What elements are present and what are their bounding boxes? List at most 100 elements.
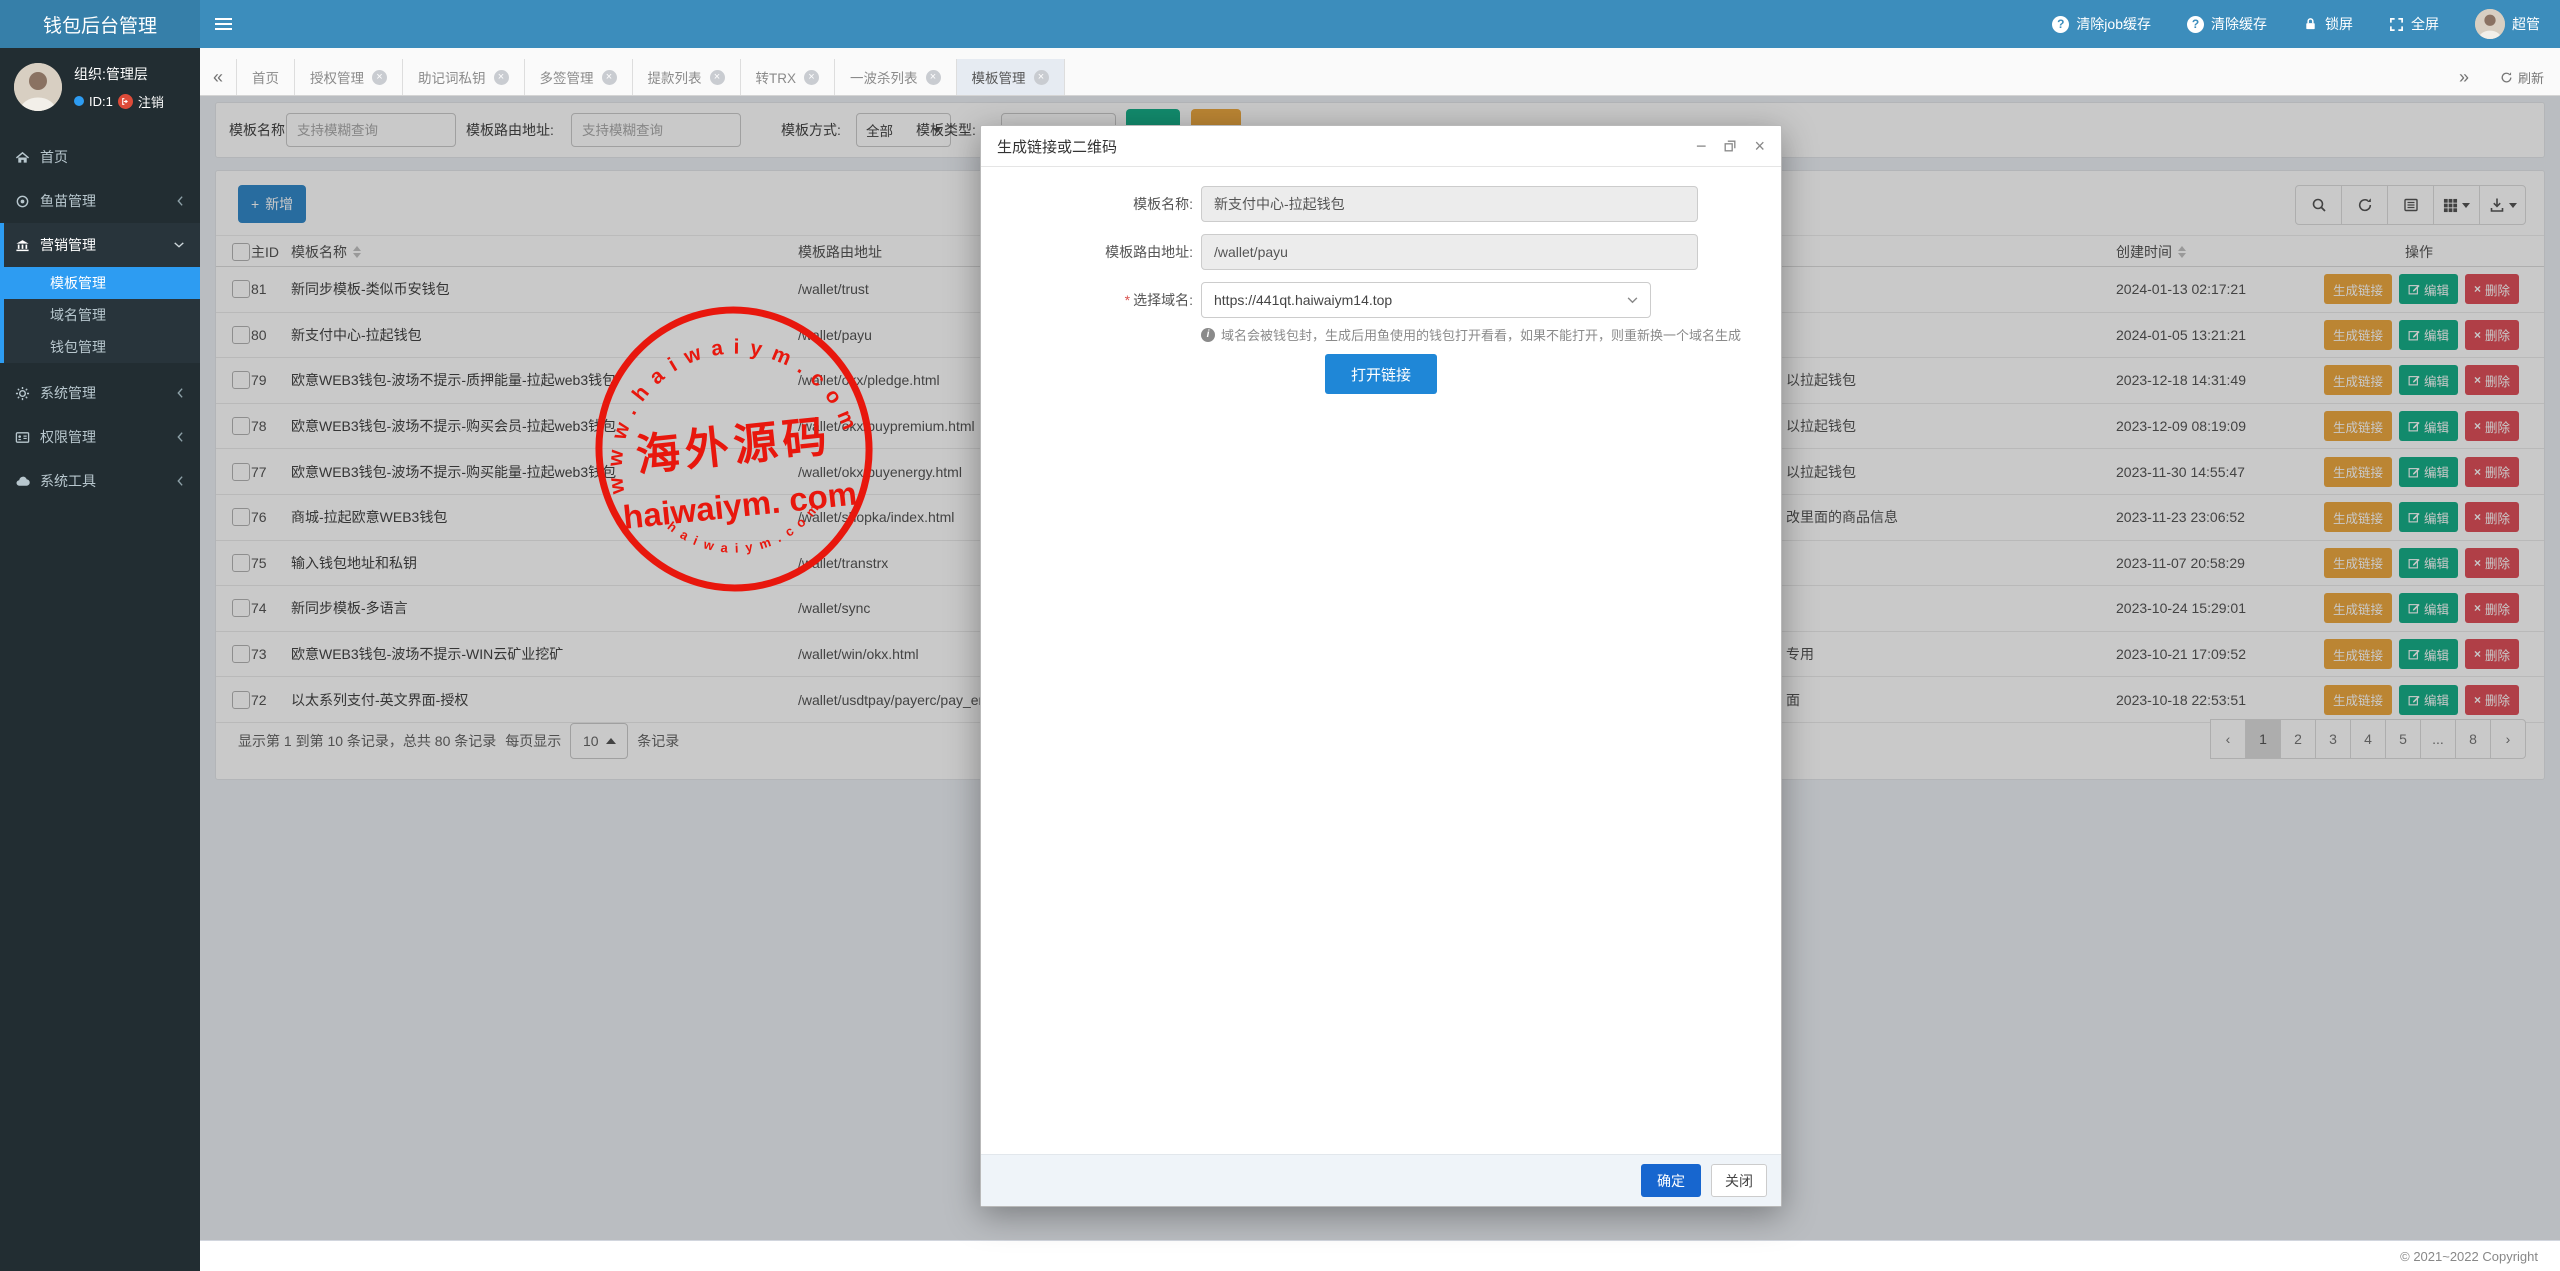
user-id-label: ID:1 [89, 94, 113, 109]
tab-list: 首页 授权管理 × 助记词私钥 × 多签管理 × [236, 59, 1065, 95]
tabs-scroll-left-icon[interactable]: « [200, 59, 236, 95]
tab-close-icon[interactable]: × [372, 70, 387, 85]
fullscreen-button[interactable]: 全屏 [2389, 14, 2439, 34]
modal-template-name-label: 模板名称: [981, 186, 1193, 222]
tab[interactable]: 授权管理 × [295, 59, 403, 95]
fullscreen-label: 全屏 [2411, 14, 2439, 34]
menu-toggle-button[interactable] [200, 0, 246, 48]
home-icon [15, 150, 30, 165]
sidebar-item-fish[interactable]: 鱼苗管理 [0, 179, 200, 223]
open-link-button[interactable]: 打开链接 [1325, 354, 1437, 394]
id-card-icon [15, 430, 30, 445]
copyright-label: © 2021~2022 Copyright [2400, 1249, 2538, 1264]
tab-close-icon[interactable]: × [494, 70, 509, 85]
sidebar-item-label: 系统管理 [40, 383, 96, 403]
minimize-icon[interactable]: − [1696, 141, 1707, 151]
sidebar-item-system[interactable]: 系统管理 [0, 371, 200, 415]
clear-cache-button[interactable]: ? 清除缓存 [2187, 14, 2267, 34]
tab-close-icon[interactable]: × [602, 70, 617, 85]
caret-down-icon [1627, 297, 1638, 304]
lock-screen-button[interactable]: 锁屏 [2303, 14, 2353, 34]
sidebar-item-label: 系统工具 [40, 471, 96, 491]
sidebar-item-permissions[interactable]: 权限管理 [0, 415, 200, 459]
tab[interactable]: 首页 [236, 59, 295, 95]
chevron-down-icon [173, 240, 185, 250]
tab-close-icon[interactable]: × [710, 70, 725, 85]
clear-cache-label: 清除缓存 [2211, 14, 2267, 34]
sidebar-item-domain-management[interactable]: 域名管理 [4, 299, 200, 331]
sidebar-item-template-management[interactable]: 模板管理 [4, 267, 200, 299]
tab-label: 首页 [252, 67, 279, 87]
tabs-scroll-right-icon[interactable]: » [2446, 59, 2482, 95]
navbar-actions: ? 清除job缓存 ? 清除缓存 锁屏 全屏 超管 [2052, 9, 2560, 39]
tab[interactable]: 模板管理 × [957, 59, 1065, 95]
maximize-icon[interactable] [1723, 139, 1737, 153]
sidebar-item-label: 鱼苗管理 [40, 191, 96, 211]
refresh-label: 刷新 [2518, 68, 2544, 87]
chevron-left-icon [175, 195, 185, 207]
refresh-icon [2500, 71, 2513, 84]
sidebar-group-marketing: 营销管理 模板管理 域名管理 钱包管理 [0, 223, 200, 363]
close-icon[interactable]: × [1754, 136, 1765, 157]
sidebar-item-label: 首页 [40, 147, 68, 167]
tab-label: 转TRX [756, 67, 797, 87]
sidebar-user-panel: 组织:管理层 ID:1 注销 [0, 48, 200, 123]
modal-route-value: /wallet/payu [1201, 234, 1698, 270]
confirm-button[interactable]: 确定 [1641, 1164, 1701, 1197]
avatar [2475, 9, 2505, 39]
tab[interactable]: 提款列表 × [633, 59, 741, 95]
app-screen: 钱包后台管理 ? 清除job缓存 ? 清除缓存 锁屏 全屏 超管 [0, 0, 2560, 1271]
sidebar-item-home[interactable]: 首页 [0, 135, 200, 179]
close-button[interactable]: 关闭 [1711, 1164, 1767, 1197]
domain-hint: i 域名会被钱包封，生成后用鱼使用的钱包打开看看，如果不能打开，则重新换一个域名… [1201, 325, 1741, 344]
sidebar-menu: 首页 鱼苗管理 营销管理 模板管理 域名管理 [0, 135, 200, 503]
info-icon: i [1201, 328, 1215, 342]
question-circle-icon: ? [2187, 16, 2204, 33]
clear-job-cache-button[interactable]: ? 清除job缓存 [2052, 14, 2151, 34]
question-circle-icon: ? [2052, 16, 2069, 33]
target-icon [15, 194, 30, 209]
tab-close-icon[interactable]: × [1034, 70, 1049, 85]
tab[interactable]: 一波杀列表 × [835, 59, 957, 95]
page-footer: © 2021~2022 Copyright [200, 1240, 2560, 1271]
domain-select[interactable]: https://441qt.haiwaiym14.top [1201, 282, 1651, 318]
tab[interactable]: 转TRX × [741, 59, 836, 95]
logout-link[interactable]: 注销 [138, 92, 164, 111]
tab-close-icon[interactable]: × [926, 70, 941, 85]
top-navbar: 钱包后台管理 ? 清除job缓存 ? 清除缓存 锁屏 全屏 超管 [0, 0, 2560, 48]
sidebar-item-tools[interactable]: 系统工具 [0, 459, 200, 503]
required-asterisk: * [1125, 292, 1130, 308]
clear-job-cache-label: 清除job缓存 [2076, 14, 2151, 34]
lock-icon [2303, 16, 2318, 32]
tab-label: 授权管理 [310, 67, 364, 87]
modal-title: 生成链接或二维码 [997, 136, 1117, 157]
sidebar-item-wallet-management[interactable]: 钱包管理 [4, 331, 200, 363]
logout-icon [118, 94, 133, 109]
tab[interactable]: 多签管理 × [525, 59, 633, 95]
sidebar-subitem-label: 模板管理 [50, 273, 106, 293]
sidebar-item-marketing[interactable]: 营销管理 [4, 223, 200, 267]
tab[interactable]: 助记词私钥 × [403, 59, 525, 95]
tab-label: 提款列表 [648, 67, 702, 87]
tab-close-icon[interactable]: × [804, 70, 819, 85]
refresh-button[interactable]: 刷新 [2500, 68, 2544, 87]
tab-label: 模板管理 [972, 67, 1026, 87]
chevron-left-icon [175, 431, 185, 443]
org-label: 组织:管理层 [74, 64, 164, 84]
watermark-stamp: w w w . h a i w a i y m . c o m 海外源码 hai… [588, 303, 880, 595]
modal-template-name-value: 新支付中心-拉起钱包 [1201, 186, 1698, 222]
generate-link-modal: 生成链接或二维码 − × 模板名称: 新支付中心-拉起钱包 模板路由地址: /w… [980, 125, 1782, 1207]
sidebar-subitem-label: 钱包管理 [50, 337, 106, 357]
stamp-center-text: 海外源码 [634, 412, 834, 481]
chevron-left-icon [175, 387, 185, 399]
lock-screen-label: 锁屏 [2325, 14, 2353, 34]
modal-domain-label-text: 选择域名: [1133, 292, 1193, 308]
avatar [14, 63, 62, 111]
bank-icon [15, 238, 30, 253]
sidebar: 组织:管理层 ID:1 注销 首页 鱼苗管理 [0, 48, 200, 1271]
modal-header: 生成链接或二维码 − × [981, 126, 1781, 167]
fullscreen-icon [2389, 17, 2404, 32]
tab-label: 多签管理 [540, 67, 594, 87]
sidebar-item-label: 权限管理 [40, 427, 96, 447]
user-menu[interactable]: 超管 [2475, 9, 2540, 39]
